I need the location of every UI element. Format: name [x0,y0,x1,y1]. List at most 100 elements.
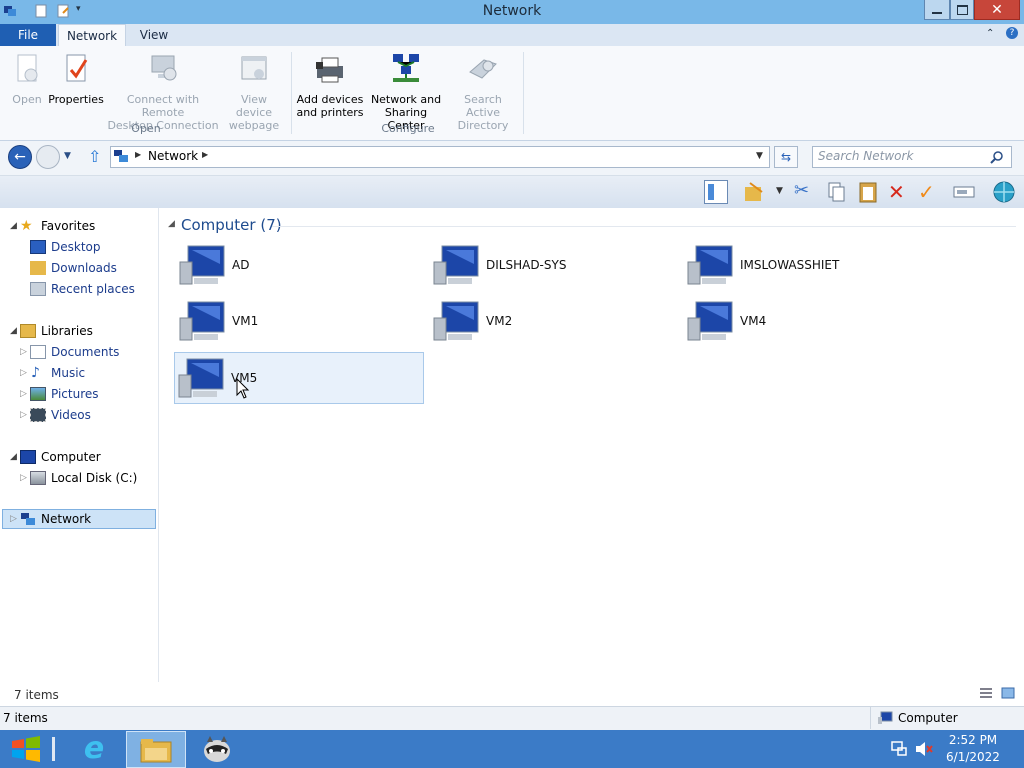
search-active-directory-button[interactable]: Search Active Directory [448,52,518,132]
computer-status-icon [878,711,893,724]
webpage-icon [241,56,267,80]
large-icons-view-icon[interactable] [1000,686,1016,700]
refresh-button[interactable]: ⇆ [774,146,798,168]
preview-pane-button[interactable] [704,180,728,204]
computer-item-dilshad-sys[interactable]: DILSHAD-SYS [430,244,680,288]
start-windows-logo-icon[interactable] [10,735,42,763]
expand-triangle-icon[interactable]: ▷ [20,363,27,383]
view-device-webpage-button[interactable]: View device webpage [222,52,286,132]
nav-desktop-label: Desktop [51,240,101,254]
delete-icon[interactable]: ✕ [888,180,912,204]
group-header-computer[interactable]: Computer (7) [181,216,282,234]
nav-network-label: Network [41,512,92,526]
recent-locations-dropdown-icon[interactable]: ▼ [64,151,71,161]
ribbon-separator [523,52,524,134]
paste-icon[interactable] [856,180,880,204]
nav-item-documents[interactable]: ▷ Documents [0,342,156,362]
address-bar[interactable] [110,146,770,168]
close-button[interactable]: ✕ [974,0,1020,20]
collapse-triangle-icon[interactable]: ◢ [10,216,17,236]
computer-item-imslowasshiet[interactable]: IMSLOWASSHIET [684,244,934,288]
breadcrumb-chevron-icon[interactable]: ▶ [135,150,141,159]
taskbar-explorer-button[interactable] [126,731,186,768]
computer-name: VM1 [232,314,259,328]
nav-computer[interactable]: ◢ Computer [0,447,156,467]
nav-pictures-label: Pictures [51,387,99,401]
network-globe-icon[interactable] [992,180,1016,204]
computer-item-vm5[interactable]: VM5 [174,352,424,404]
computer-item-vm1[interactable]: VM1 [176,300,426,344]
breadcrumb-chevron-icon[interactable]: ▶ [202,150,208,159]
refresh-icon: ⇆ [780,150,792,164]
collapse-triangle-icon[interactable]: ◢ [10,447,17,467]
status-divider [870,707,871,729]
bottom-item-count: 7 items [3,711,48,725]
restore-button[interactable] [950,0,974,20]
clock-time: 2:52 PM [948,733,998,747]
forward-button[interactable] [36,145,60,169]
properties-button[interactable]: Properties [48,52,104,106]
new-folder-icon[interactable] [742,180,766,204]
expand-triangle-icon[interactable]: ▷ [20,468,27,488]
cut-icon[interactable]: ✂ [794,180,818,204]
search-ad-label-1: Search Active [464,93,502,119]
restore-icon [956,4,968,15]
nav-item-videos[interactable]: ▷ Videos [0,405,156,425]
search-icon[interactable] [990,150,1004,164]
computer-item-ad[interactable]: AD [176,244,426,288]
nav-item-downloads[interactable]: Downloads [0,258,156,278]
computer-item-vm4[interactable]: VM4 [684,300,934,344]
address-dropdown-icon[interactable]: ▼ [756,151,763,161]
tab-view[interactable]: View [130,24,178,46]
rename-icon[interactable] [952,180,976,204]
computer-item-vm2[interactable]: VM2 [430,300,680,344]
minimize-ribbon-icon[interactable]: ⌃ [986,28,994,39]
properties-label: Properties [48,93,104,106]
raccoon-app-icon[interactable] [200,733,234,765]
nav-local-disk-label: Local Disk (C:) [51,471,138,485]
expand-triangle-icon[interactable]: ▷ [20,384,27,404]
computer-monitor-icon [179,301,225,341]
active-directory-icon [469,59,497,79]
open-button[interactable]: Open [6,52,48,106]
nav-network[interactable]: ▷ Network [0,509,156,529]
new-folder-dropdown-icon[interactable]: ▼ [776,186,783,196]
help-icon[interactable]: ? [1006,27,1018,39]
network-sharing-center-button[interactable]: Network and Sharing Center [366,52,446,132]
remote-desktop-button[interactable]: Connect with Remote Desktop Connection [106,52,220,132]
collapse-triangle-icon[interactable]: ◢ [10,321,17,341]
details-view-icon[interactable] [978,686,994,700]
printer-icon [316,57,343,83]
computer-name: DILSHAD-SYS [486,258,567,272]
breadcrumb-network[interactable]: Network [148,149,198,163]
open-icon [17,54,38,82]
nav-libraries[interactable]: ◢ Libraries [0,321,156,341]
tab-network[interactable]: Network [58,24,126,46]
up-arrow-icon[interactable]: ⇧ [88,147,101,166]
nav-item-recent-places[interactable]: Recent places [0,279,156,299]
expand-triangle-icon[interactable]: ▷ [20,342,27,362]
nav-item-pictures[interactable]: ▷ Pictures [0,384,156,404]
nav-item-desktop[interactable]: Desktop [0,237,156,257]
nav-favorites[interactable]: ◢ ★ Favorites [0,216,156,236]
nav-downloads-label: Downloads [51,261,117,275]
taskbar-clock[interactable]: 2:52 PM 6/1/2022 [928,732,1018,766]
expand-triangle-icon[interactable]: ▷ [20,405,27,425]
properties-check-icon[interactable]: ✓ [918,180,942,204]
nav-item-local-disk[interactable]: ▷ Local Disk (C:) [0,468,156,488]
nav-item-music[interactable]: ▷ ♪ Music [0,363,156,383]
status-location: Computer [898,711,958,725]
tab-file[interactable]: File [0,24,56,46]
internet-explorer-icon[interactable]: e [74,732,114,766]
back-button[interactable]: ← [8,145,32,169]
expand-triangle-icon[interactable]: ▷ [10,509,17,529]
group-collapse-icon[interactable]: ◢ [168,219,175,229]
downloads-folder-icon [30,261,46,275]
nav-recent-label: Recent places [51,282,135,296]
copy-icon[interactable] [824,180,848,204]
remote-desktop-icon [151,55,177,81]
minimize-button[interactable] [924,0,950,20]
window-title: Network [482,3,542,19]
network-tray-icon[interactable] [890,740,908,758]
add-devices-button[interactable]: Add devices and printers [296,52,364,119]
